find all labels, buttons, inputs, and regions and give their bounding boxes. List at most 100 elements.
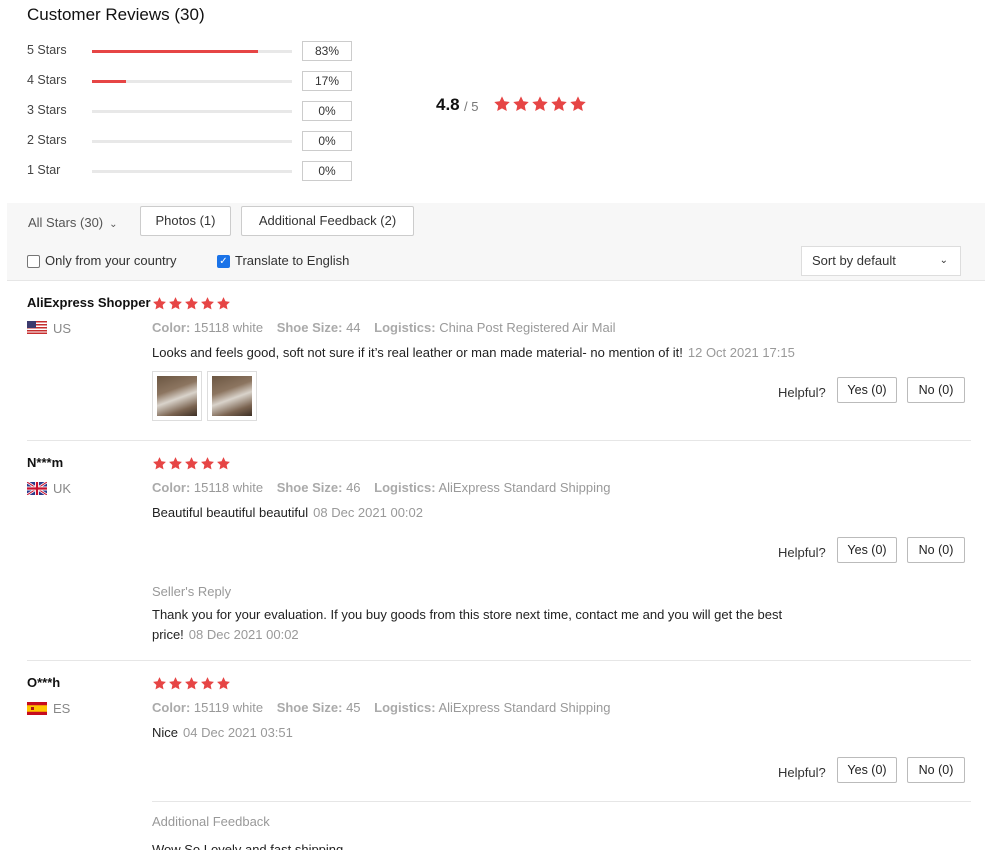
rating-percent: 0%	[302, 101, 352, 121]
star-icon	[201, 297, 214, 310]
star-icon	[513, 96, 529, 112]
additional-feedback-filter-button[interactable]: Additional Feedback (2)	[241, 206, 414, 236]
sellers-reply-line2: price!	[152, 627, 184, 642]
uk-flag-icon	[27, 482, 47, 495]
helpful-no-button[interactable]: No (0)	[907, 757, 965, 783]
helpful-yes-button[interactable]: Yes (0)	[837, 377, 897, 403]
color-key: Color:	[152, 480, 191, 495]
rating-bar-track	[92, 50, 292, 53]
additional-feedback-title: Additional Feedback	[152, 814, 270, 829]
rating-percent: 17%	[302, 71, 352, 91]
rating-bar-track	[92, 110, 292, 113]
shoe-size-key: Shoe Size:	[276, 320, 343, 335]
color-value: 15118 white	[193, 480, 264, 495]
shoe-size-key: Shoe Size:	[276, 480, 343, 495]
shoe-size-value: 46	[346, 480, 361, 495]
star-icon	[169, 457, 182, 470]
review-photo[interactable]	[207, 371, 257, 421]
logistics-key: Logistics:	[374, 320, 436, 335]
reviewer-name: AliExpress Shopper	[27, 295, 151, 310]
sort-dropdown[interactable]: Sort by default ⌄	[801, 246, 961, 276]
review-body: Nice	[152, 725, 179, 740]
helpful-yes-button[interactable]: Yes (0)	[837, 757, 897, 783]
logistics-key: Logistics:	[374, 480, 436, 495]
color-key: Color:	[152, 700, 191, 715]
rating-row[interactable]: 1 Star 0%	[27, 161, 357, 181]
review-body: Looks and feels good, soft not sure if i…	[152, 345, 683, 360]
review-date: 12 Oct 2021 17:15	[687, 345, 795, 360]
all-stars-dropdown[interactable]: All Stars (30) ⌄	[28, 215, 118, 230]
reviewer-country: UK	[53, 481, 72, 496]
review-date: 08 Dec 2021 00:02	[313, 505, 423, 520]
logistics-key: Logistics:	[374, 700, 436, 715]
helpful-no-button[interactable]: No (0)	[907, 377, 965, 403]
star-icon	[153, 677, 166, 690]
only-country-label[interactable]: Only from your country	[45, 253, 177, 268]
rating-row-label: 4 Stars	[27, 73, 67, 87]
feedback-divider	[152, 801, 971, 802]
sellers-reply-date: 08 Dec 2021 00:02	[188, 627, 299, 642]
translate-checkbox[interactable]: ✓	[217, 255, 230, 268]
reviewer-country: ES	[53, 701, 71, 716]
review-attributes: Color: 15118 white Shoe Size: 44 Logisti…	[152, 320, 626, 335]
review-attributes: Color: 15118 white Shoe Size: 46 Logisti…	[152, 480, 620, 495]
helpful-label: Helpful?	[778, 765, 826, 780]
sellers-reply-title: Seller's Reply	[152, 584, 232, 599]
rating-percent: 83%	[302, 41, 352, 61]
translate-label[interactable]: Translate to English	[235, 253, 349, 268]
shoe-size-key: Shoe Size:	[276, 700, 343, 715]
rating-row-label: 1 Star	[27, 163, 61, 177]
only-country-checkbox[interactable]	[27, 255, 40, 268]
helpful-no-button[interactable]: No (0)	[907, 537, 965, 563]
sellers-reply-line1: Thank you for your evaluation. If you bu…	[152, 607, 783, 622]
spain-flag-icon	[27, 702, 47, 715]
rating-row[interactable]: 4 Stars 17%	[27, 71, 357, 91]
sellers-reply-text: Thank you for your evaluation. If you bu…	[152, 605, 832, 645]
review-divider	[27, 440, 971, 441]
rating-bar-track	[92, 170, 292, 173]
rating-row-label: 5 Stars	[27, 43, 67, 57]
rating-row[interactable]: 2 Stars 0%	[27, 131, 357, 151]
rating-row-label: 2 Stars	[27, 133, 67, 147]
rating-percent: 0%	[302, 131, 352, 151]
rating-percent: 0%	[302, 161, 352, 181]
review-stars	[152, 676, 232, 694]
helpful-label: Helpful?	[778, 385, 826, 400]
review-photo-image	[157, 376, 197, 416]
rating-bar-fill	[92, 50, 258, 53]
star-icon	[153, 457, 166, 470]
logistics-value: AliExpress Standard Shipping	[438, 700, 611, 715]
rating-bar-track	[92, 80, 292, 83]
rating-bar-fill	[92, 80, 126, 83]
review-photo[interactable]	[152, 371, 202, 421]
star-icon	[494, 96, 510, 112]
chevron-down-icon: ⌄	[939, 255, 948, 266]
shoe-size-value: 44	[346, 320, 361, 335]
star-icon	[217, 457, 230, 470]
color-value: 15118 white	[193, 320, 264, 335]
star-icon	[185, 677, 198, 690]
rating-row[interactable]: 5 Stars 83%	[27, 41, 357, 61]
average-stars	[493, 95, 588, 113]
review-text: Looks and feels good, soft not sure if i…	[152, 345, 795, 360]
star-icon	[217, 677, 230, 690]
star-icon	[185, 457, 198, 470]
average-rating: 4.8	[436, 95, 460, 114]
review-text: Beautiful beautiful beautiful 08 Dec 2021…	[152, 505, 423, 520]
photos-filter-button[interactable]: Photos (1)	[140, 206, 231, 236]
reviewer-name: O***h	[27, 675, 61, 690]
review-text: Nice 04 Dec 2021 03:51	[152, 725, 293, 740]
additional-feedback-text: Wow So Lovely and fast shipping	[152, 842, 344, 850]
review-attributes: Color: 15119 white Shoe Size: 45 Logisti…	[152, 700, 620, 715]
logistics-value: AliExpress Standard Shipping	[438, 480, 611, 495]
star-icon	[169, 297, 182, 310]
reviewer-country: US	[53, 321, 72, 336]
rating-row[interactable]: 3 Stars 0%	[27, 101, 357, 121]
star-icon	[201, 457, 214, 470]
review-stars	[152, 296, 232, 314]
helpful-yes-button[interactable]: Yes (0)	[837, 537, 897, 563]
reviewer-name: N***m	[27, 455, 64, 470]
rating-bar-track	[92, 140, 292, 143]
page-title: Customer Reviews (30)	[27, 5, 205, 24]
all-stars-label: All Stars (30)	[28, 215, 104, 230]
